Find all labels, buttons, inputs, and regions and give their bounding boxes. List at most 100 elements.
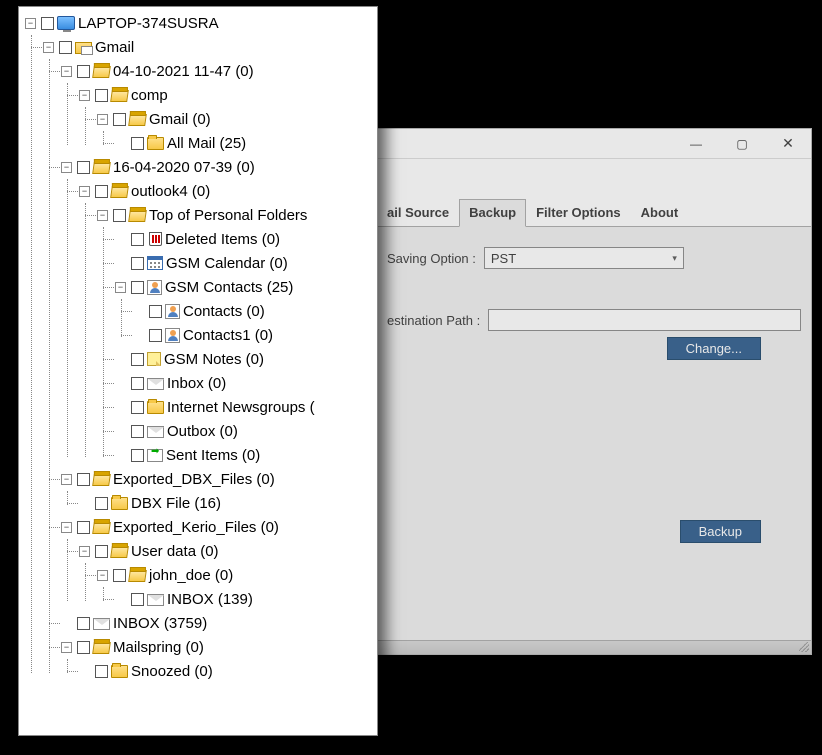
checkbox[interactable] bbox=[77, 617, 90, 630]
tree-node[interactable]: − Top of Personal Folders bbox=[97, 203, 377, 227]
collapse-icon[interactable]: − bbox=[79, 546, 90, 557]
tree-node[interactable]: − User data (0) bbox=[79, 539, 377, 563]
tree-node[interactable]: − 04-10-2021 11-47 (0) bbox=[61, 59, 377, 83]
node-label: Outbox (0) bbox=[167, 424, 238, 439]
tree-node[interactable]: − comp bbox=[79, 83, 377, 107]
checkbox[interactable] bbox=[131, 281, 144, 294]
collapse-icon[interactable]: − bbox=[97, 570, 108, 581]
tree-node[interactable]: INBOX (139) bbox=[115, 587, 377, 611]
tree-node[interactable]: Snoozed (0) bbox=[79, 659, 377, 683]
tree-node-root[interactable]: − LAPTOP-374SUSRA bbox=[25, 11, 377, 35]
collapse-icon[interactable]: − bbox=[115, 282, 126, 293]
node-label: Deleted Items (0) bbox=[165, 232, 280, 247]
notes-icon bbox=[147, 352, 161, 366]
checkbox[interactable] bbox=[41, 17, 54, 30]
collapse-icon[interactable]: − bbox=[25, 18, 36, 29]
tree-node[interactable]: − GSM Contacts (25) bbox=[115, 275, 377, 299]
folder-open-icon bbox=[128, 210, 147, 222]
checkbox[interactable] bbox=[59, 41, 72, 54]
node-label: Top of Personal Folders bbox=[149, 208, 307, 223]
node-label: 16-04-2020 07-39 (0) bbox=[113, 160, 255, 175]
tree-node[interactable]: − 16-04-2020 07-39 (0) bbox=[61, 155, 377, 179]
checkbox[interactable] bbox=[95, 89, 108, 102]
checkbox[interactable] bbox=[95, 665, 108, 678]
tree-node[interactable]: Inbox (0) bbox=[115, 371, 377, 395]
folder-open-icon bbox=[92, 474, 111, 486]
tree-node[interactable]: Contacts1 (0) bbox=[133, 323, 377, 347]
collapse-icon[interactable]: − bbox=[97, 114, 108, 125]
checkbox[interactable] bbox=[77, 161, 90, 174]
checkbox[interactable] bbox=[149, 329, 162, 342]
checkbox[interactable] bbox=[131, 353, 144, 366]
tree-node[interactable]: Internet Newsgroups ( bbox=[115, 395, 377, 419]
mail-icon bbox=[93, 618, 110, 630]
checkbox[interactable] bbox=[131, 257, 144, 270]
checkbox[interactable] bbox=[77, 641, 90, 654]
checkbox[interactable] bbox=[77, 473, 90, 486]
tree-node[interactable]: − john_doe (0) bbox=[97, 563, 377, 587]
tree-node[interactable]: GSM Notes (0) bbox=[115, 347, 377, 371]
tree-node[interactable]: − Gmail (0) bbox=[97, 107, 377, 131]
checkbox[interactable] bbox=[131, 449, 144, 462]
checkbox[interactable] bbox=[131, 401, 144, 414]
node-label: Exported_Kerio_Files (0) bbox=[113, 520, 279, 535]
node-label: Snoozed (0) bbox=[131, 664, 213, 679]
checkbox[interactable] bbox=[113, 113, 126, 126]
checkbox[interactable] bbox=[113, 209, 126, 222]
checkbox[interactable] bbox=[149, 305, 162, 318]
checkbox[interactable] bbox=[77, 65, 90, 78]
mail-icon bbox=[147, 426, 164, 438]
trash-icon bbox=[149, 232, 162, 246]
checkbox[interactable] bbox=[113, 569, 126, 582]
node-label: john_doe (0) bbox=[149, 568, 233, 583]
node-label: LAPTOP-374SUSRA bbox=[78, 16, 219, 31]
node-label: Inbox (0) bbox=[167, 376, 226, 391]
folder-icon bbox=[111, 665, 128, 678]
tree-node[interactable]: − Mailspring (0) bbox=[61, 635, 377, 659]
calendar-icon bbox=[147, 256, 163, 270]
checkbox[interactable] bbox=[95, 185, 108, 198]
collapse-icon[interactable]: − bbox=[61, 66, 72, 77]
sent-icon bbox=[147, 449, 163, 462]
tree-node[interactable]: Sent Items (0) bbox=[115, 443, 377, 467]
tree-node[interactable]: Contacts (0) bbox=[133, 299, 377, 323]
node-label: INBOX (3759) bbox=[113, 616, 207, 631]
collapse-icon[interactable]: − bbox=[61, 162, 72, 173]
tree-node[interactable]: GSM Calendar (0) bbox=[115, 251, 377, 275]
tree-node[interactable]: INBOX (3759) bbox=[61, 611, 377, 635]
node-label: outlook4 (0) bbox=[131, 184, 210, 199]
collapse-icon[interactable]: − bbox=[97, 210, 108, 221]
tree-node[interactable]: All Mail (25) bbox=[115, 131, 377, 155]
node-label: DBX File (16) bbox=[131, 496, 221, 511]
tree-node[interactable]: Outbox (0) bbox=[115, 419, 377, 443]
collapse-icon[interactable]: − bbox=[61, 474, 72, 485]
collapse-icon[interactable]: − bbox=[61, 522, 72, 533]
checkbox[interactable] bbox=[77, 521, 90, 534]
tree-node[interactable]: − Exported_DBX_Files (0) bbox=[61, 467, 377, 491]
node-label: Exported_DBX_Files (0) bbox=[113, 472, 275, 487]
collapse-icon[interactable]: − bbox=[79, 186, 90, 197]
folder-icon bbox=[147, 401, 164, 414]
tree-node[interactable]: − outlook4 (0) bbox=[79, 179, 377, 203]
node-label: 04-10-2021 11-47 (0) bbox=[113, 64, 254, 79]
checkbox[interactable] bbox=[95, 545, 108, 558]
backup-dialog-window: — ▢ ✕ ail Source Backup Filter Options A… bbox=[376, 128, 812, 655]
node-label: Sent Items (0) bbox=[166, 448, 260, 463]
collapse-icon[interactable]: − bbox=[61, 642, 72, 653]
checkbox[interactable] bbox=[131, 425, 144, 438]
node-label: Contacts (0) bbox=[183, 304, 265, 319]
checkbox[interactable] bbox=[131, 233, 144, 246]
tree-node[interactable]: − Exported_Kerio_Files (0) bbox=[61, 515, 377, 539]
node-label: GSM Calendar (0) bbox=[166, 256, 288, 271]
checkbox[interactable] bbox=[95, 497, 108, 510]
checkbox[interactable] bbox=[131, 137, 144, 150]
collapse-icon[interactable]: − bbox=[79, 90, 90, 101]
collapse-icon[interactable]: − bbox=[43, 42, 54, 53]
folder-open-icon bbox=[92, 162, 111, 174]
tree-node-gmail[interactable]: − Gmail bbox=[43, 35, 377, 59]
tree-node[interactable]: Deleted Items (0) bbox=[115, 227, 377, 251]
node-label: GSM Contacts (25) bbox=[165, 280, 293, 295]
tree-node[interactable]: DBX File (16) bbox=[79, 491, 377, 515]
checkbox[interactable] bbox=[131, 377, 144, 390]
checkbox[interactable] bbox=[131, 593, 144, 606]
